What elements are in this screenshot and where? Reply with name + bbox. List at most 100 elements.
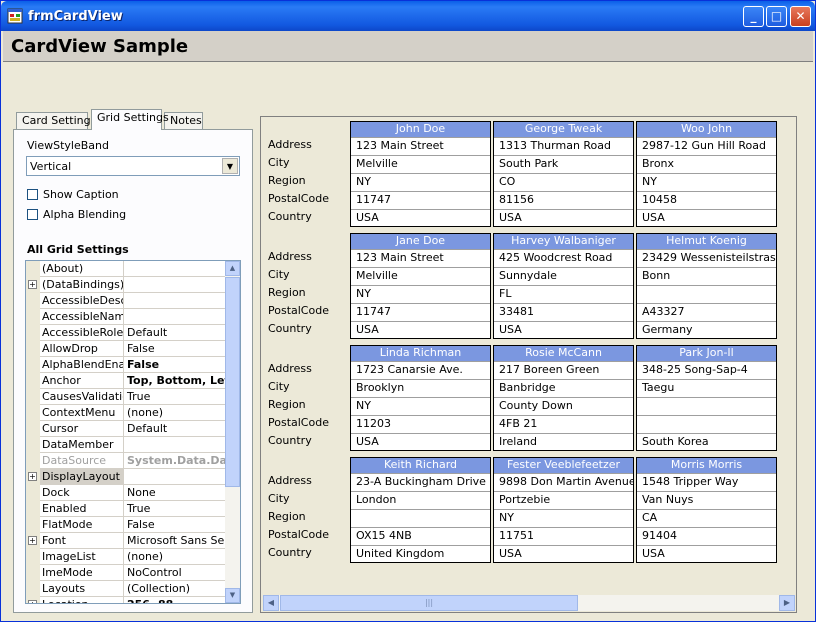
card-caption[interactable]: Park Jon-Il [637,346,776,361]
card-cell[interactable]: London [351,491,490,509]
property-value[interactable]: (none) [125,405,226,421]
card-cell[interactable]: 425 Woodcrest Road [494,249,633,267]
card-cell[interactable]: Melville [351,267,490,285]
card-cell[interactable]: Melville [351,155,490,173]
property-row[interactable]: ContextMenu (none) [26,405,226,421]
property-value[interactable]: 256, 88 [125,597,226,603]
property-row[interactable]: Anchor Top, Bottom, Lef [26,373,226,389]
card-cell[interactable]: 2987-12 Gun Hill Road [637,137,776,155]
card-cell[interactable] [637,415,776,433]
card-cell[interactable]: USA [351,321,490,339]
property-expander[interactable]: + [26,533,40,549]
property-expander[interactable]: + [26,277,40,293]
property-row[interactable]: AccessibleName [26,309,226,325]
card[interactable]: George Tweak 1313 Thurman Road South Park C… [493,121,634,227]
property-value[interactable]: False [125,357,226,373]
property-row[interactable]: Enabled True [26,501,226,517]
card-caption[interactable]: Rosie McCann [494,346,633,361]
card-cell[interactable]: 11747 [351,303,490,321]
card[interactable]: John Doe 123 Main Street Melville NY 11747 US… [350,121,491,227]
property-row[interactable]: CausesValidationTrue [26,389,226,405]
card[interactable]: Rosie McCann 217 Boreen Green Banbridge Cou… [493,345,634,451]
plus-icon[interactable]: + [28,280,37,289]
card-caption[interactable]: Keith Richard [351,458,490,473]
property-row[interactable]: Cursor Default [26,421,226,437]
card-cell[interactable]: 11747 [351,191,490,209]
property-value[interactable]: NoControl [125,565,226,581]
card[interactable]: Keith Richard 23-A Buckingham Drive London… [350,457,491,563]
property-row[interactable]: AccessibleDescr [26,293,226,309]
card-cell[interactable]: Sunnydale [494,267,633,285]
card[interactable]: Linda Richman 1723 Canarsie Ave. Brooklyn N… [350,345,491,451]
property-row[interactable]: Layouts (Collection) [26,581,226,597]
card-cell[interactable] [637,285,776,303]
card-cell[interactable]: Bronx [637,155,776,173]
close-button[interactable]: ✕ [790,6,811,27]
property-row[interactable]: + (DataBindings) [26,277,226,293]
title-bar[interactable]: frmCardView _ □ ✕ [1,1,815,31]
card-caption[interactable]: Helmut Koenig [637,234,776,249]
property-value[interactable] [125,277,226,293]
property-value[interactable] [125,469,226,485]
property-row[interactable]: ImeMode NoControl [26,565,226,581]
maximize-button[interactable]: □ [766,6,787,27]
card-cell[interactable]: 11751 [494,527,633,545]
card-cell[interactable]: USA [494,209,633,227]
card-cell[interactable]: 123 Main Street [351,137,490,155]
card-cell[interactable]: 9898 Don Martin Avenue [494,473,633,491]
plus-icon[interactable]: + [28,536,37,545]
property-value[interactable]: True [125,501,226,517]
property-value[interactable]: Default [125,421,226,437]
property-value[interactable]: False [125,341,226,357]
card-cell[interactable]: OX15 4NB [351,527,490,545]
card-cell[interactable]: Ireland [494,433,633,451]
property-row[interactable]: + Font Microsoft Sans Serif [26,533,226,549]
property-value[interactable]: Microsoft Sans Serif [125,533,226,549]
card-cell[interactable]: A43327 [637,303,776,321]
scroll-right-icon[interactable]: ▶ [779,595,795,611]
property-expander[interactable]: + [26,469,40,485]
card-cell[interactable]: 1723 Canarsie Ave. [351,361,490,379]
property-value[interactable]: True [125,389,226,405]
card-cell[interactable]: CO [494,173,633,191]
property-row[interactable]: DataMember [26,437,226,453]
property-value[interactable] [125,261,226,277]
alpha-blending-checkbox[interactable] [27,209,38,220]
card-caption[interactable]: Harvey Walbaniger [494,234,633,249]
card-cell[interactable]: Banbridge [494,379,633,397]
card-cell[interactable]: 348-25 Song-Sap-4 [637,361,776,379]
show-caption-checkbox[interactable] [27,189,38,200]
property-row[interactable]: AllowDrop False [26,341,226,357]
property-row[interactable]: AlphaBlendEnab False [26,357,226,373]
card[interactable]: Jane Doe 123 Main Street Melville NY 11747 US… [350,233,491,339]
card-cell[interactable]: NY [351,285,490,303]
card-cell[interactable]: 81156 [494,191,633,209]
scroll-up-icon[interactable]: ▲ [225,261,240,276]
card-cell[interactable]: Van Nuys [637,491,776,509]
scroll-thumb[interactable] [225,277,240,487]
property-value[interactable]: System.Data.Dat [125,453,226,469]
card-cell[interactable]: USA [637,209,776,227]
tab-card-settings[interactable]: Card Settings [16,112,96,130]
property-grid[interactable]: (About) + (DataBindings) AccessibleDescr Acc… [25,260,241,604]
card-cell[interactable]: 4FB 21 [494,415,633,433]
property-row[interactable]: Dock None [26,485,226,501]
card-cell[interactable]: 91404 [637,527,776,545]
card-cell[interactable]: CA [637,509,776,527]
card-cell[interactable]: NY [351,397,490,415]
card-cell[interactable]: NY [351,173,490,191]
tab-grid-settings[interactable]: Grid Settings [91,109,169,130]
card-cell[interactable] [351,509,490,527]
card-cell[interactable]: 23-A Buckingham Drive [351,473,490,491]
card-cell[interactable]: 217 Boreen Green [494,361,633,379]
chevron-down-icon[interactable]: ▼ [222,158,238,174]
property-value[interactable]: False [125,517,226,533]
property-row[interactable]: (About) [26,261,226,277]
card-cell[interactable]: Brooklyn [351,379,490,397]
tab-notes[interactable]: Notes [164,112,203,130]
card-cell[interactable] [637,397,776,415]
card[interactable]: Harvey Walbaniger 425 Woodcrest Road Sunny… [493,233,634,339]
card-cell[interactable]: 11203 [351,415,490,433]
property-row[interactable]: +Location256, 88 [26,597,226,603]
property-value[interactable] [125,437,226,453]
